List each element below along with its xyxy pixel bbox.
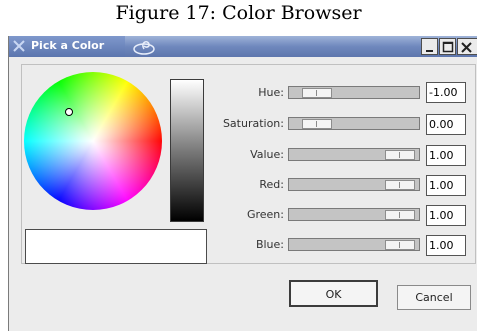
hue-slider[interactable]	[288, 86, 420, 99]
blue-slider-thumb[interactable]	[385, 240, 415, 250]
hue-slider-thumb[interactable]	[302, 88, 332, 98]
close-button[interactable]	[457, 38, 477, 55]
saturation-field[interactable]: 0.00	[426, 114, 466, 135]
color-wheel[interactable]	[24, 72, 162, 210]
hue-saturation-wheel[interactable]	[24, 72, 162, 210]
value-slider-thumb[interactable]	[385, 150, 415, 160]
swirl-icon	[133, 41, 155, 55]
window-title: Pick a Color	[31, 39, 105, 52]
value-label: Value:	[250, 148, 284, 161]
app-icon	[13, 40, 25, 52]
blue-field[interactable]: 1.00	[426, 235, 466, 256]
green-slider[interactable]	[288, 208, 420, 221]
minimize-icon	[426, 50, 433, 52]
figure-caption: Figure 17: Color Browser	[115, 2, 362, 24]
close-icon	[461, 42, 472, 53]
green-slider-thumb[interactable]	[385, 210, 415, 220]
hue-field[interactable]: -1.00	[426, 82, 466, 103]
hue-label: Hue:	[258, 86, 284, 99]
titlebar[interactable]: Pick a Color	[9, 36, 477, 57]
blue-label: Blue:	[255, 238, 284, 251]
blue-slider[interactable]	[288, 238, 420, 251]
green-field[interactable]: 1.00	[426, 205, 466, 226]
value-field[interactable]: 1.00	[426, 145, 466, 166]
maximize-icon	[442, 41, 454, 53]
value-slider[interactable]	[288, 148, 420, 161]
red-slider-thumb[interactable]	[385, 180, 415, 190]
red-slider[interactable]	[288, 178, 420, 191]
red-field[interactable]: 1.00	[426, 175, 466, 196]
red-label: Red:	[259, 178, 284, 191]
saturation-slider[interactable]	[288, 117, 420, 130]
green-label: Green:	[246, 208, 284, 221]
saturation-label: Saturation:	[222, 117, 284, 130]
ok-button[interactable]: OK	[289, 280, 378, 307]
wheel-selection-marker[interactable]	[65, 108, 73, 116]
saturation-slider-thumb[interactable]	[302, 119, 332, 129]
minimize-button[interactable]	[421, 38, 438, 55]
maximize-button[interactable]	[439, 38, 456, 55]
cancel-button[interactable]: Cancel	[397, 285, 471, 310]
